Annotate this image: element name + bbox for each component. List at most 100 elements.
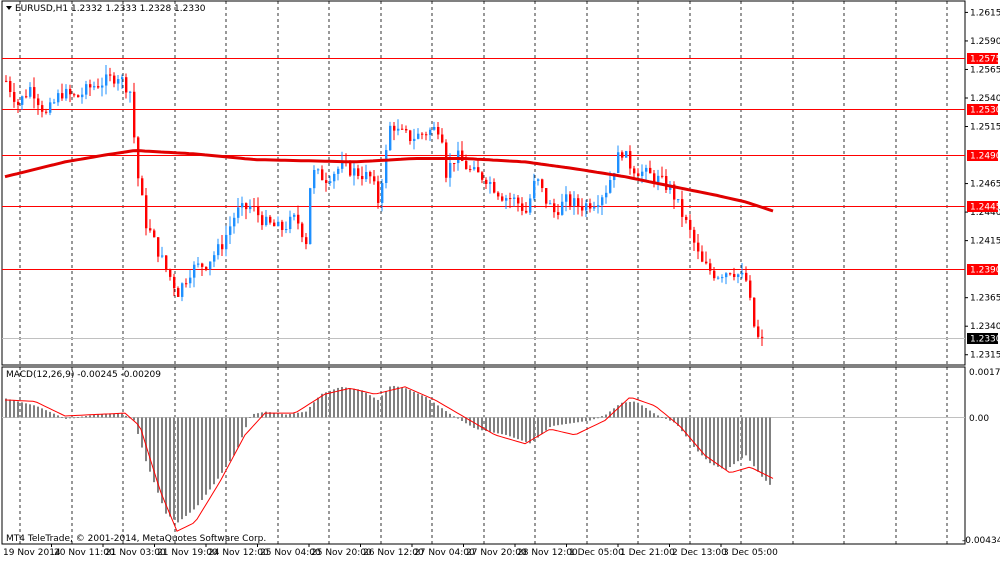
- candle-body: [609, 180, 612, 193]
- macd-bar: [601, 416, 603, 418]
- price-panel-frame: [1, 0, 966, 366]
- macd-bar: [245, 417, 247, 428]
- macd-bar: [69, 417, 71, 419]
- macd-bar: [701, 417, 703, 456]
- candle-body: [249, 206, 252, 210]
- candle-body: [289, 216, 292, 230]
- time-tick-label: 2 Dec 13:00: [672, 548, 727, 558]
- copyright-text: MT4 TeleTrade, © 2001-2014, MetaQuotes S…: [6, 534, 266, 544]
- candle-body: [413, 138, 416, 141]
- macd-bar: [173, 417, 175, 520]
- candle-body: [401, 128, 404, 130]
- candle-body: [145, 195, 148, 229]
- candle-body: [589, 203, 592, 209]
- macd-bar: [589, 417, 591, 421]
- macd-bar: [769, 417, 771, 485]
- candle-body: [229, 226, 232, 235]
- macd-bar: [337, 387, 339, 418]
- candle-body: [217, 244, 220, 256]
- candle-body: [629, 151, 632, 169]
- time-tick-label: 1 Dec 21:00: [620, 548, 675, 558]
- macd-scale-bottom: -0.00434: [962, 536, 1000, 546]
- candle-body: [593, 207, 596, 209]
- candle-body: [497, 192, 500, 197]
- macd-bar: [725, 417, 727, 470]
- macd-bar: [49, 411, 51, 418]
- macd-bar: [545, 417, 547, 431]
- macd-bar: [733, 417, 735, 465]
- macd-bar: [625, 402, 627, 418]
- macd-bar: [13, 400, 15, 418]
- macd-bar: [441, 408, 443, 418]
- candle-body: [269, 216, 272, 223]
- macd-bar: [45, 410, 47, 418]
- candle-body: [717, 277, 720, 279]
- candle-body: [293, 214, 296, 217]
- price-tick-label: 1.2465: [970, 180, 1000, 190]
- macd-bar: [189, 417, 191, 513]
- macd-bar: [705, 417, 707, 460]
- macd-bar: [385, 390, 387, 418]
- macd-bar: [553, 417, 555, 426]
- candle-body: [637, 173, 640, 177]
- candle-body: [361, 175, 364, 180]
- candle-body: [333, 173, 336, 182]
- candle-body: [33, 87, 36, 99]
- candle-body: [573, 198, 576, 206]
- macd-bar: [241, 417, 243, 438]
- macd-bar: [289, 413, 291, 418]
- level-tag-label: 1.2390: [970, 266, 1000, 276]
- candle-body: [441, 134, 444, 143]
- macd-bar: [281, 413, 283, 418]
- macd-bar: [93, 414, 95, 418]
- macd-bar: [177, 417, 179, 523]
- macd-bar: [709, 417, 711, 464]
- candle-body: [501, 196, 504, 201]
- macd-bar: [33, 405, 35, 418]
- candle-body: [481, 172, 484, 180]
- candle-body: [749, 280, 752, 298]
- candle-body: [81, 94, 84, 98]
- candle-body: [405, 128, 408, 131]
- macd-bar: [209, 417, 211, 490]
- macd-bar: [425, 397, 427, 418]
- candle-body: [61, 93, 64, 99]
- candle-body: [197, 263, 200, 265]
- macd-bar: [541, 417, 543, 435]
- candle-body: [109, 74, 112, 76]
- candle-body: [349, 162, 352, 176]
- macd-bar: [509, 417, 511, 437]
- trading-chart[interactable]: EURUSD,H1 1.2332 1.2333 1.2328 1.2330 MA…: [0, 0, 1000, 561]
- candle-body: [301, 223, 304, 238]
- macd-bar: [201, 417, 203, 500]
- candle-body: [281, 221, 284, 230]
- candle-body: [305, 237, 308, 245]
- candle-body: [265, 216, 268, 226]
- candle-body: [69, 88, 72, 95]
- macd-bar: [489, 417, 491, 432]
- price-tick-label: 1.2515: [970, 123, 1000, 133]
- candle-body: [5, 80, 8, 82]
- time-tick-label: 3 Dec 05:00: [723, 548, 778, 558]
- candle-body: [129, 91, 132, 93]
- macd-bar: [293, 413, 295, 418]
- macd-bar: [437, 405, 439, 418]
- candle-body: [357, 168, 360, 176]
- candle-body: [153, 230, 156, 238]
- candle-body: [697, 242, 700, 252]
- candle-body: [745, 272, 748, 281]
- candle-body: [733, 273, 736, 277]
- candle-body: [385, 150, 388, 184]
- price-tick-label: 1.2340: [970, 322, 1000, 332]
- candle-body: [297, 214, 300, 224]
- macd-bar: [529, 417, 531, 444]
- macd-bar: [737, 417, 739, 462]
- candle-body: [393, 125, 396, 131]
- candle-body: [365, 171, 368, 180]
- current-price-tag: 1.2330: [967, 333, 1000, 345]
- candle-body: [425, 134, 428, 136]
- candle-body: [369, 171, 372, 177]
- macd-bar: [41, 408, 43, 418]
- level-tag-label: 1.2530: [970, 106, 1000, 116]
- macd-scale-zero: 0.00: [969, 414, 989, 424]
